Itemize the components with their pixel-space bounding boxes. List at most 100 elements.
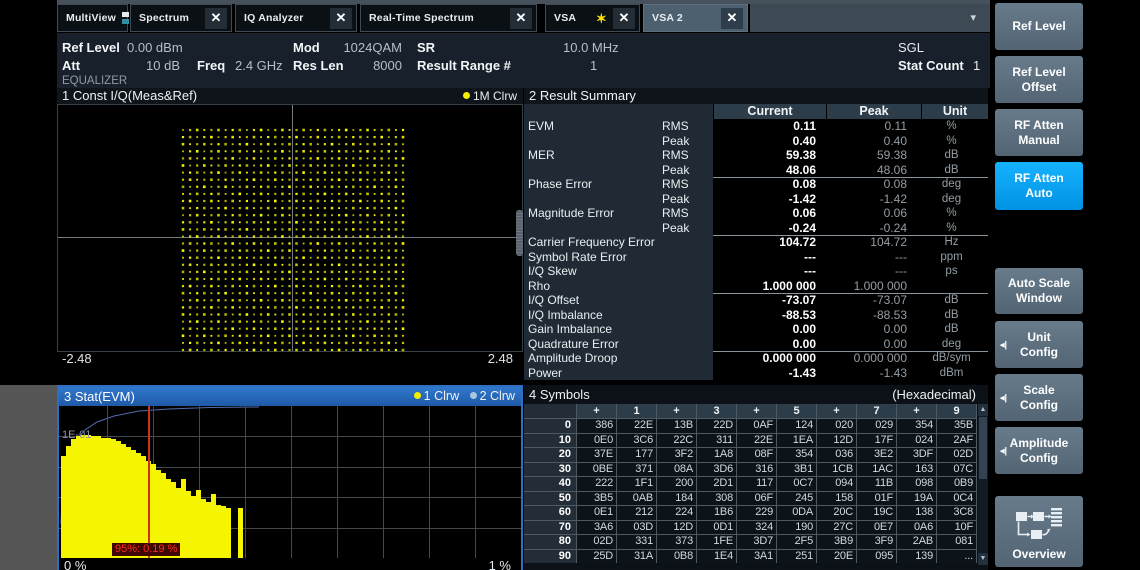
att-value[interactable]: 10 dB (117, 58, 180, 73)
softkey-scale-config[interactable]: ◂|Scale Config (995, 374, 1083, 421)
param-label-cell: I/Q Skew (524, 264, 713, 279)
splitter-handle-upper[interactable] (516, 210, 523, 256)
current-value: --- (713, 264, 816, 279)
softkey-label: Overview (1012, 547, 1065, 562)
symbol-cell: ... (937, 550, 976, 564)
softkey-label: Ref Level Offset (1012, 65, 1065, 95)
symbol-cell: 200 (657, 477, 696, 491)
param-name: Amplitude Droop (528, 351, 617, 366)
symbols-col-header: 7 (857, 404, 896, 418)
stat-count-value[interactable]: 1 (973, 58, 980, 73)
softkey-rf-atten-manual[interactable]: RF Atten Manual (995, 109, 1083, 156)
close-tab-icon[interactable]: ✕ (510, 8, 532, 29)
unit-label: % (915, 206, 988, 221)
x-axis-max-label: 2.48 (488, 351, 513, 366)
tab-label: Real-Time Spectrum (369, 12, 504, 24)
symbol-cell: 22E (737, 434, 776, 448)
window1-title-bar[interactable]: 1 Const I/Q(Meas&Ref) 1M Clrw (57, 88, 523, 104)
current-value: -88.53 (713, 308, 816, 323)
param-label-cell: Quadrature Error (524, 337, 713, 352)
unit-label: % (915, 221, 988, 236)
unit-label: dB (915, 163, 988, 178)
param-label-cell: EVMRMS (524, 119, 713, 134)
tab-spectrum[interactable]: Spectrum ✕ (130, 4, 232, 32)
sr-label: SR (417, 40, 435, 55)
freq-value[interactable]: 2.4 GHz (235, 58, 283, 73)
tab-label: Spectrum (139, 12, 199, 24)
tab-vsa[interactable]: VSA✶✕ (545, 4, 640, 32)
grid-line-vertical (337, 406, 338, 558)
softkey-label: Ref Level (1012, 19, 1065, 34)
param-label-cell: I/Q Imbalance (524, 308, 713, 323)
scroll-down-icon[interactable]: ▼ (978, 553, 988, 565)
trace2-dot-icon (470, 392, 477, 399)
tab-iq-analyzer[interactable]: IQ Analyzer✕ (235, 4, 357, 32)
symbols-col-header: 1 (617, 404, 656, 418)
current-value: 0.08 (713, 177, 816, 192)
peak-value: 0.00 (822, 337, 907, 352)
param-label-cell: Peak (524, 192, 713, 207)
result-range-value[interactable]: 1 (590, 58, 597, 73)
equalizer-mode-label: EQUALIZER (62, 75, 127, 87)
softkey-rf-atten-auto[interactable]: RF Atten Auto (995, 162, 1083, 210)
symbol-cell: 3DF (897, 448, 936, 462)
softkey-ref-level[interactable]: Ref Level (995, 3, 1083, 50)
scrollbar-thumb[interactable] (979, 417, 987, 479)
symbol-cell: 2D1 (697, 477, 736, 491)
symbol-cell: 371 (617, 463, 656, 477)
param-sub-label: Peak (662, 221, 689, 236)
symbols-scrollbar[interactable]: ▲ ▼ (978, 404, 988, 565)
close-tab-icon[interactable]: ✕ (721, 8, 743, 29)
softkey-amplitude-config[interactable]: ◂|Amplitude Config (995, 427, 1083, 474)
window-stat-evm: 3 Stat(EVM) 1 Clrw 2 Clrw 1E-0195%: 0.19… (57, 385, 523, 570)
softkey-ref-level-offset[interactable]: Ref Level Offset (995, 56, 1083, 103)
close-tab-icon[interactable]: ✕ (613, 8, 635, 29)
symbol-cell: 158 (817, 492, 856, 506)
scroll-up-icon[interactable]: ▲ (978, 404, 988, 416)
symbol-cell: 1A8 (697, 448, 736, 462)
peak-value: 48.06 (822, 163, 907, 178)
param-name: Power (528, 366, 562, 381)
window4-title-bar[interactable]: 4 Symbols (Hexadecimal) (524, 385, 988, 404)
sr-value[interactable]: 10.0 MHz (563, 40, 619, 55)
symbol-cell: 0B8 (657, 550, 696, 564)
current-value: 0.00 (713, 322, 816, 337)
ref-level-value[interactable]: 0.00 dBm (127, 40, 183, 55)
tab-overflow-icon[interactable]: ▾ (970, 11, 976, 24)
softkey-sidebar: Ref Level Ref Level Offset RF Atten Manual… (995, 0, 1083, 570)
result-row-i-q-skew: I/Q Skew------ps (524, 264, 988, 279)
res-len-value[interactable]: 8000 (347, 58, 402, 73)
symbol-cell: 224 (657, 506, 696, 520)
window2-title-bar[interactable]: 2 Result Summary (524, 88, 988, 104)
result-row-amplitude-droop: Amplitude Droop0.000 0000.000 000dB/sym (524, 351, 988, 366)
window4-title: 4 Symbols (529, 387, 590, 402)
softkey-overview[interactable]: Overview (995, 496, 1083, 567)
trace1-dot-icon (414, 392, 421, 399)
percentile-marker-label: 95%: 0.19 % (112, 543, 180, 556)
symbol-cell: 03D (617, 521, 656, 535)
tab-multiview[interactable]: MultiView (57, 4, 128, 32)
softkey-unit-config[interactable]: ◂|Unit Config (995, 321, 1083, 368)
symbol-cell: 324 (737, 521, 776, 535)
param-label-cell: Amplitude Droop (524, 351, 713, 366)
unit-label: dB (915, 322, 988, 337)
symbol-cell: 094 (817, 477, 856, 491)
softkey-auto-scale-window[interactable]: Auto Scale Window (995, 268, 1083, 314)
tab-vsa-2[interactable]: VSA 2✕ (643, 4, 748, 32)
symbol-cell: 354 (897, 419, 936, 433)
result-row-phase-error: Phase ErrorRMS0.080.08deg (524, 177, 988, 192)
symbol-cell: 308 (697, 492, 736, 506)
mod-value[interactable]: 1024QAM (327, 40, 402, 55)
symbols-col-header: 3 (697, 404, 736, 418)
close-tab-icon[interactable]: ✕ (330, 8, 352, 29)
y-axis-tick-label: 1E-01 (62, 429, 91, 441)
symbol-cell: 098 (897, 477, 936, 491)
unit-label: deg (915, 337, 988, 352)
symbols-row-index: 0 (524, 419, 576, 433)
analyzer-screen: ▾ MultiViewSpectrum✕IQ Analyzer✕Real-Tim… (0, 0, 1140, 570)
close-tab-icon[interactable]: ✕ (205, 8, 227, 29)
window1-legend: 1M Clrw (463, 88, 517, 104)
param-name: Rho (528, 279, 550, 294)
settings-header-bar: Ref Level 0.00 dBm Mod 1024QAM SR 10.0 M… (57, 33, 990, 88)
tab-real-time-spectrum[interactable]: Real-Time Spectrum ✕ (360, 4, 537, 32)
